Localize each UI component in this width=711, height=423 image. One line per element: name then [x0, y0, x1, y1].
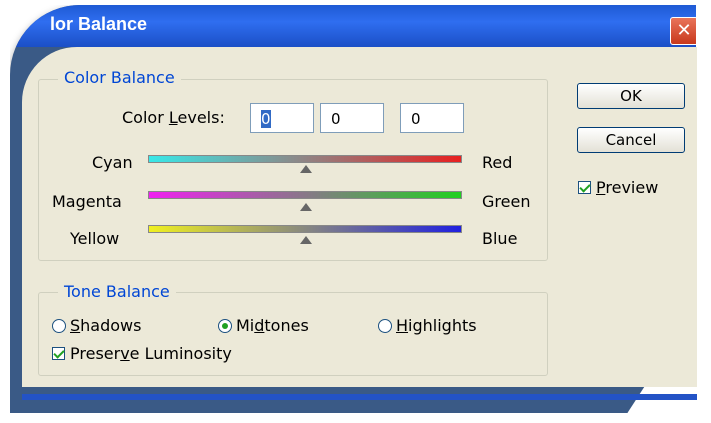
- color-level-magenta-green-input[interactable]: 0: [320, 103, 384, 133]
- slider-cyan-label: Cyan: [92, 153, 133, 172]
- ok-button[interactable]: OK: [577, 83, 685, 109]
- highlights-radio[interactable]: [378, 319, 392, 333]
- slider-yellow-label: Yellow: [70, 229, 120, 248]
- slider-magenta-green-track[interactable]: [148, 191, 462, 199]
- window-title: lor Balance: [50, 14, 148, 34]
- color-level-cyan-red-input[interactable]: 0: [250, 103, 314, 133]
- shadows-label[interactable]: Shadows: [70, 316, 141, 335]
- color-balance-legend: Color Balance: [58, 68, 181, 87]
- preserve-luminosity-label[interactable]: Preserve Luminosity: [70, 344, 232, 363]
- midtones-label[interactable]: Midtones: [236, 316, 309, 335]
- color-levels-label: Color Levels:: [122, 108, 225, 127]
- slider-magenta-label: Magenta: [52, 192, 122, 211]
- preview-checkbox[interactable]: [578, 181, 591, 194]
- dialog-body: Color Balance Color Levels: 0 0 0 Cyan R…: [22, 47, 697, 387]
- close-icon: ✕: [676, 20, 692, 41]
- slider-blue-label: Blue: [482, 229, 518, 248]
- slider-green-label: Green: [482, 192, 531, 211]
- preserve-luminosity-checkbox[interactable]: [52, 347, 65, 360]
- slider-red-label: Red: [482, 153, 513, 172]
- tone-balance-legend: Tone Balance: [58, 282, 176, 301]
- preview-label[interactable]: Preview: [596, 178, 658, 197]
- bottom-border: [22, 394, 697, 400]
- highlights-label[interactable]: Highlights: [396, 316, 477, 335]
- slider-yellow-blue-thumb[interactable]: [300, 236, 312, 244]
- slider-cyan-red-thumb[interactable]: [300, 165, 312, 173]
- slider-yellow-blue-track[interactable]: [148, 225, 462, 233]
- close-button[interactable]: ✕: [670, 17, 696, 45]
- slider-magenta-green-thumb[interactable]: [300, 203, 312, 211]
- cancel-button[interactable]: Cancel: [577, 127, 685, 153]
- slider-cyan-red-track[interactable]: [148, 155, 462, 163]
- shadows-radio[interactable]: [52, 319, 66, 333]
- midtones-radio[interactable]: [218, 319, 232, 333]
- title-bar[interactable]: lor Balance ✕: [10, 5, 696, 47]
- color-level-yellow-blue-input[interactable]: 0: [400, 103, 464, 133]
